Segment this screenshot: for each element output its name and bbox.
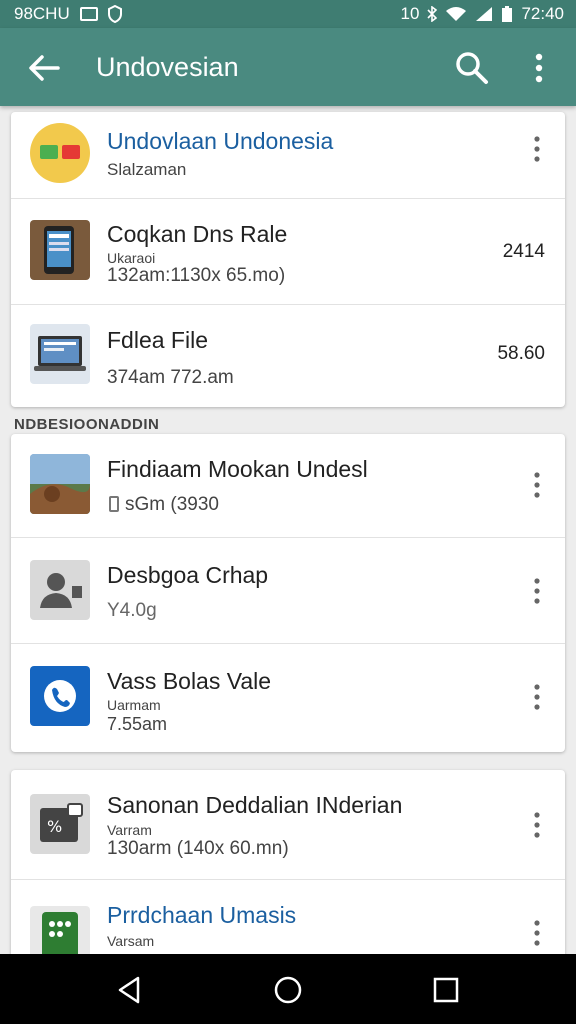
list-item[interactable]: Vass Bolas Vale Uarmam 7.55am [11, 644, 565, 752]
item-subtitle: Varram [107, 822, 152, 838]
notification-icon [79, 7, 98, 21]
more-vertical-icon[interactable] [527, 470, 547, 500]
item-detail: 130arm (140x 60.mn) [107, 838, 289, 859]
status-bar: 98CHU 10 72:40 [0, 0, 576, 28]
bluetooth-icon [427, 6, 438, 22]
list-item[interactable]: Fdlea File 374am 772.am 58.60 [11, 305, 565, 407]
phone-app-icon [30, 666, 90, 726]
item-detail: 132am:1130x 65.mo) [107, 265, 286, 286]
more-vertical-icon[interactable] [527, 810, 547, 840]
item-title: Fdlea File [107, 327, 208, 353]
contact-avatar-icon [30, 560, 90, 620]
item-title: Sanonan Deddalian INderian [107, 792, 403, 818]
item-subtitle: Uarmam [107, 697, 161, 713]
item-subtitle: Varsam [107, 933, 155, 949]
list-item[interactable]: Coqkan Dns Rale Ukaraoi 132am:1130x 65.m… [11, 199, 565, 305]
more-vertical-icon[interactable] [527, 682, 547, 712]
more-vertical-icon[interactable] [527, 918, 547, 948]
chat-app-icon [30, 123, 90, 183]
item-title: Coqkan Dns Rale [107, 221, 288, 247]
item-title: Prrdchaan Umasis [107, 902, 297, 928]
battery-icon [502, 6, 513, 22]
list-item[interactable]: Prrdchaan Umasis Varsam [11, 880, 565, 960]
item-title: Vass Bolas Vale [107, 668, 272, 694]
item-title: Findiaam Mookan Undesl [107, 456, 368, 482]
nav-home-icon[interactable] [270, 972, 306, 1008]
calculator-icon: % [30, 794, 90, 854]
file-type-icon [109, 496, 119, 512]
laptop-thumbnail [30, 324, 90, 384]
landscape-thumbnail [30, 454, 90, 514]
keypad-icon [30, 906, 90, 960]
search-icon[interactable] [452, 48, 492, 88]
item-detail: sGm (3930 [125, 494, 219, 515]
section-header: NDBESIOONADDIN [14, 416, 160, 433]
item-meta: 58.60 [497, 343, 545, 364]
item-detail: 374am 772.am [107, 367, 234, 388]
item-meta: 2414 [502, 241, 545, 262]
item-subtitle: Ukaraoi [107, 250, 156, 266]
more-vertical-icon[interactable] [527, 134, 547, 164]
status-right-text: 10 [400, 4, 420, 23]
list-item[interactable]: Undovlaan Undonesia Slalzaman [11, 112, 565, 199]
item-subtitle: Slalzaman [107, 160, 187, 179]
svg-text:%: % [47, 817, 62, 836]
list-item[interactable]: Findiaam Mookan Undesl sGm (3930 [11, 434, 565, 538]
status-time: 72:40 [521, 4, 564, 23]
list-item[interactable]: Desbgoa Crhap Y4.0g [11, 538, 565, 644]
more-vertical-icon[interactable] [527, 576, 547, 606]
page-title: Undovesian [96, 52, 239, 82]
item-detail: 7.55am [107, 714, 168, 734]
item-title: Desbgoa Crhap [107, 562, 269, 588]
wifi-icon [446, 7, 467, 21]
file-card-1: Undovlaan Undonesia Slalzaman Coqkan Dns… [11, 112, 565, 407]
more-vertical-icon[interactable] [524, 48, 554, 88]
item-title: Undovlaan Undonesia [107, 128, 334, 154]
signal-icon [476, 7, 493, 21]
nav-recents-icon[interactable] [428, 972, 464, 1008]
app-bar: Undovesian [0, 28, 576, 106]
item-detail: Y4.0g [107, 600, 157, 621]
list-item[interactable]: % Sanonan Deddalian INderian Varram 130a… [11, 770, 565, 880]
phone-thumbnail [30, 220, 90, 280]
nav-back-icon[interactable] [112, 972, 148, 1008]
file-card-2: Findiaam Mookan Undesl sGm (3930 Desbgoa… [11, 434, 565, 752]
shield-status-icon [107, 5, 122, 23]
arrow-back-icon[interactable] [24, 48, 64, 88]
system-nav-bar [0, 954, 576, 1024]
file-card-3: % Sanonan Deddalian INderian Varram 130a… [11, 770, 565, 960]
status-left-text: 98CHU [14, 4, 70, 23]
